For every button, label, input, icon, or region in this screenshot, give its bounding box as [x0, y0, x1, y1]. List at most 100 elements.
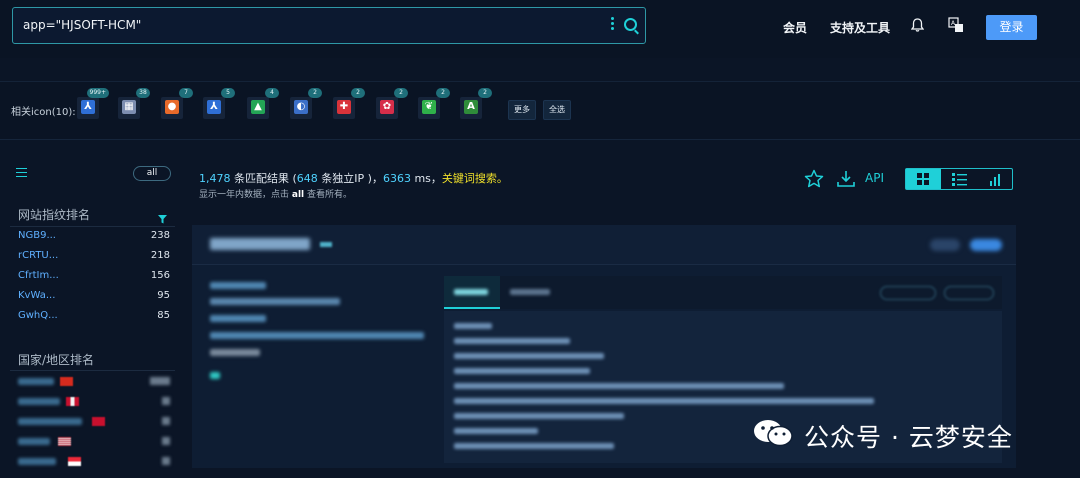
- country-count-blurred: [162, 437, 170, 445]
- result-tabs: [444, 276, 1002, 309]
- country-name-blurred: [18, 438, 50, 445]
- wechat-icon: [752, 418, 796, 448]
- country-name-blurred: [18, 398, 60, 405]
- country-count-blurred: [162, 397, 170, 405]
- fingerprint-row[interactable]: GwhQ... 85: [18, 310, 170, 330]
- related-icons-label: 相关icon(10):: [11, 107, 76, 118]
- hint-suffix: 查看所有。: [304, 190, 352, 200]
- all-toggle[interactable]: all: [133, 166, 171, 181]
- related-icon[interactable]: ❦ 2: [418, 88, 450, 119]
- tab-action-blurred-2[interactable]: [944, 286, 994, 300]
- fingerprint-title: 网站指纹排名: [18, 208, 91, 222]
- ip-tag-blurred: [320, 242, 332, 247]
- funnel-icon[interactable]: [158, 209, 167, 224]
- meta-blurred-icon: [210, 372, 220, 379]
- related-icon[interactable]: ✿ 2: [376, 88, 408, 119]
- watermark: 公众号 · 云梦安全: [752, 412, 1052, 452]
- related-icon[interactable]: ▲ 4: [247, 88, 279, 119]
- flag-icon: [66, 397, 79, 406]
- fingerprint-name[interactable]: CfrtIm...: [18, 270, 59, 281]
- search-icon[interactable]: [624, 18, 637, 31]
- fingerprint-count: 156: [150, 270, 170, 281]
- star-icon[interactable]: [804, 169, 824, 188]
- tab-products[interactable]: [500, 276, 570, 309]
- bell-icon[interactable]: [911, 18, 924, 32]
- green-a-icon: A: [464, 100, 478, 114]
- fingerprint-name[interactable]: KvWa...: [18, 290, 55, 301]
- fingerprint-row[interactable]: NGB9... 238: [18, 230, 170, 250]
- country-row[interactable]: [18, 395, 170, 409]
- fingerprint-name[interactable]: NGB9...: [18, 230, 56, 241]
- filter-settings-icon[interactable]: [16, 168, 27, 178]
- icon-count-badge: 2: [308, 88, 322, 98]
- icon-count-badge: 2: [436, 88, 450, 98]
- icon-count-badge: 2: [478, 88, 492, 98]
- search-input[interactable]: app="HJSOFT-HCM": [23, 18, 141, 32]
- language-icon[interactable]: A: [948, 17, 964, 33]
- related-icon[interactable]: ◐ 2: [290, 88, 322, 119]
- icon-count-badge: 2: [351, 88, 365, 98]
- select-all-button[interactable]: 全选: [543, 100, 571, 120]
- related-icon[interactable]: ⅄ 999+: [77, 88, 109, 119]
- section-divider-2: [10, 370, 175, 371]
- arrow-logo-icon: ⅄: [81, 100, 95, 114]
- more-options-icon[interactable]: [611, 17, 615, 33]
- related-icon[interactable]: A2: [460, 88, 492, 119]
- chart-view-button[interactable]: [978, 169, 1013, 189]
- grid-logo-icon: ▦: [122, 100, 136, 114]
- icon-count-badge: 2: [394, 88, 408, 98]
- header-pill-blurred[interactable]: [930, 239, 960, 251]
- ip-address-blurred[interactable]: [210, 238, 310, 250]
- keyword-search-link[interactable]: 关键词搜索。: [442, 172, 508, 185]
- show-all-link[interactable]: all: [292, 190, 304, 200]
- icon-count-badge: 38: [136, 88, 150, 98]
- icon-count-badge: 7: [179, 88, 193, 98]
- search-box[interactable]: app="HJSOFT-HCM": [12, 7, 646, 44]
- flag-icon: [92, 417, 105, 426]
- country-row[interactable]: [18, 435, 170, 449]
- country-row[interactable]: [18, 455, 170, 469]
- fingerprint-count: 238: [150, 230, 170, 241]
- results-summary: 1,478 条匹配结果 (648 条独立IP )，6363 ms，关键词搜索。: [199, 170, 508, 186]
- related-icon[interactable]: ▦ 38: [118, 88, 150, 119]
- fingerprint-row[interactable]: rCRTU... 218: [18, 250, 170, 270]
- download-icon[interactable]: [836, 169, 856, 188]
- nav-support-tools[interactable]: 支持及工具: [830, 19, 890, 36]
- icon-count-badge: 999+: [86, 88, 109, 98]
- related-icon[interactable]: ● 7: [161, 88, 193, 119]
- query-time: 6363: [382, 172, 411, 185]
- hint-prefix: 显示一年内数据，点击: [199, 190, 292, 200]
- fingerprint-row[interactable]: CfrtIm... 156: [18, 270, 170, 290]
- blue-circle-icon: ◐: [294, 100, 308, 114]
- icon-count-badge: 5: [221, 88, 235, 98]
- flag-icon: [68, 457, 81, 466]
- api-link[interactable]: API: [865, 171, 884, 185]
- nav-member[interactable]: 会员: [783, 19, 807, 36]
- meta-blurred-org: [210, 332, 424, 339]
- header-pill-blurred-2[interactable]: [970, 239, 1002, 251]
- flag-icon: [58, 437, 71, 446]
- fingerprint-name[interactable]: GwhQ...: [18, 310, 58, 321]
- related-icon[interactable]: ✚ 2: [333, 88, 365, 119]
- tab-action-blurred[interactable]: [880, 286, 936, 300]
- grid-view-button[interactable]: [906, 169, 941, 189]
- meta-blurred-date: [210, 349, 260, 356]
- more-icons-button[interactable]: 更多: [508, 100, 536, 120]
- country-row[interactable]: [18, 415, 170, 429]
- login-button[interactable]: 登录: [986, 15, 1037, 40]
- list-view-button[interactable]: [942, 169, 977, 189]
- green-leaf-icon: ❦: [422, 100, 436, 114]
- fingerprint-row[interactable]: KvWa... 95: [18, 290, 170, 310]
- tab-banner[interactable]: [444, 276, 500, 309]
- result-count: 1,478: [199, 172, 231, 185]
- fingerprint-name[interactable]: rCRTU...: [18, 250, 58, 261]
- unique-ip-count: 648: [296, 172, 318, 185]
- related-icon[interactable]: ⅄ 5: [203, 88, 235, 119]
- country-name-blurred: [18, 458, 56, 465]
- country-row[interactable]: [18, 375, 170, 389]
- country-name-blurred: [18, 418, 82, 425]
- header-band: [0, 58, 1080, 82]
- red-bird-icon: ✚: [337, 100, 351, 114]
- flag-icon: [60, 377, 73, 386]
- meta-blurred-2: [210, 315, 266, 322]
